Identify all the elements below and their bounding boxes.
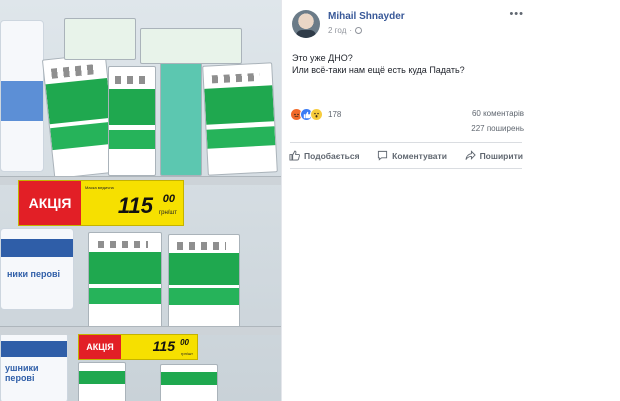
like-button[interactable]: Подобається (286, 148, 363, 163)
like-button-label: Подобається (304, 150, 360, 161)
price-unit: грн/шт (158, 210, 177, 216)
promo-label: АКЦІЯ (19, 181, 81, 225)
reactions-summary[interactable]: 178 (290, 108, 341, 121)
share-button[interactable]: Поширити (462, 148, 526, 163)
actions-divider-top (290, 142, 522, 143)
roll-label: ушники перові (5, 363, 39, 383)
avatar[interactable] (292, 10, 320, 38)
share-icon (465, 150, 476, 160)
comment-icon (378, 150, 388, 161)
paper-roll: ушники перові (0, 332, 68, 401)
shares-count[interactable]: 227 поширень (471, 124, 524, 133)
price-cents: 00 (162, 193, 175, 205)
mask-pack (202, 62, 278, 176)
share-button-label: Поширити (479, 150, 523, 161)
mask-pack (160, 58, 202, 176)
thumbs-up-icon (289, 150, 300, 161)
paper-roll: ники перові (0, 228, 74, 310)
post-panel: Mihail Shnayder 2 год · ••• Это уже ДНО?… (282, 0, 620, 401)
mask-pack (88, 232, 162, 328)
mask-pack (108, 66, 156, 176)
comments-count[interactable]: 60 коментарів (472, 109, 524, 118)
author-name[interactable]: Mihail Shnayder (328, 11, 405, 22)
post-text-line-2: Или всё-таки нам ещё есть куда Падать? (292, 65, 465, 75)
mask-pack (41, 52, 119, 180)
actions-divider-bottom (290, 168, 522, 169)
comment-button[interactable]: Коментувати (374, 148, 450, 163)
price-amount: 115 (152, 338, 175, 354)
globe-icon (355, 27, 363, 34)
paper-roll (0, 20, 44, 172)
mask-pack (168, 234, 240, 328)
reactions-count[interactable]: 178 (328, 110, 341, 119)
price-amount: 115 (117, 193, 153, 218)
price-tag: АКЦІЯ 115 00 грн/шт (78, 334, 198, 360)
promo-label: АКЦІЯ (79, 335, 121, 359)
mask-pack (64, 18, 136, 60)
price-unit: грн/шт (180, 351, 193, 356)
price-tag: АКЦІЯ Маска медична 115 00 грн/шт (18, 180, 184, 226)
timestamp[interactable]: 2 год (328, 26, 346, 35)
post-time[interactable]: 2 год · (328, 26, 363, 35)
more-options-icon[interactable]: ••• (509, 8, 524, 20)
wow-icon (310, 108, 323, 121)
mask-pack (140, 28, 242, 64)
post-text-line-1: Это уже ДНО? (292, 53, 353, 63)
mask-pack (160, 364, 218, 401)
post-photo[interactable]: ники перові ушники перові АКЦІЯ Маска ме… (0, 0, 281, 401)
comment-button-label: Коментувати (392, 150, 447, 161)
post-actions: Подобається Коментувати Поширити (286, 148, 526, 163)
price-cents: 00 (180, 338, 189, 347)
product-name: Маска медична (85, 185, 114, 190)
mask-pack (78, 362, 126, 401)
roll-label: ники перові (7, 269, 60, 279)
